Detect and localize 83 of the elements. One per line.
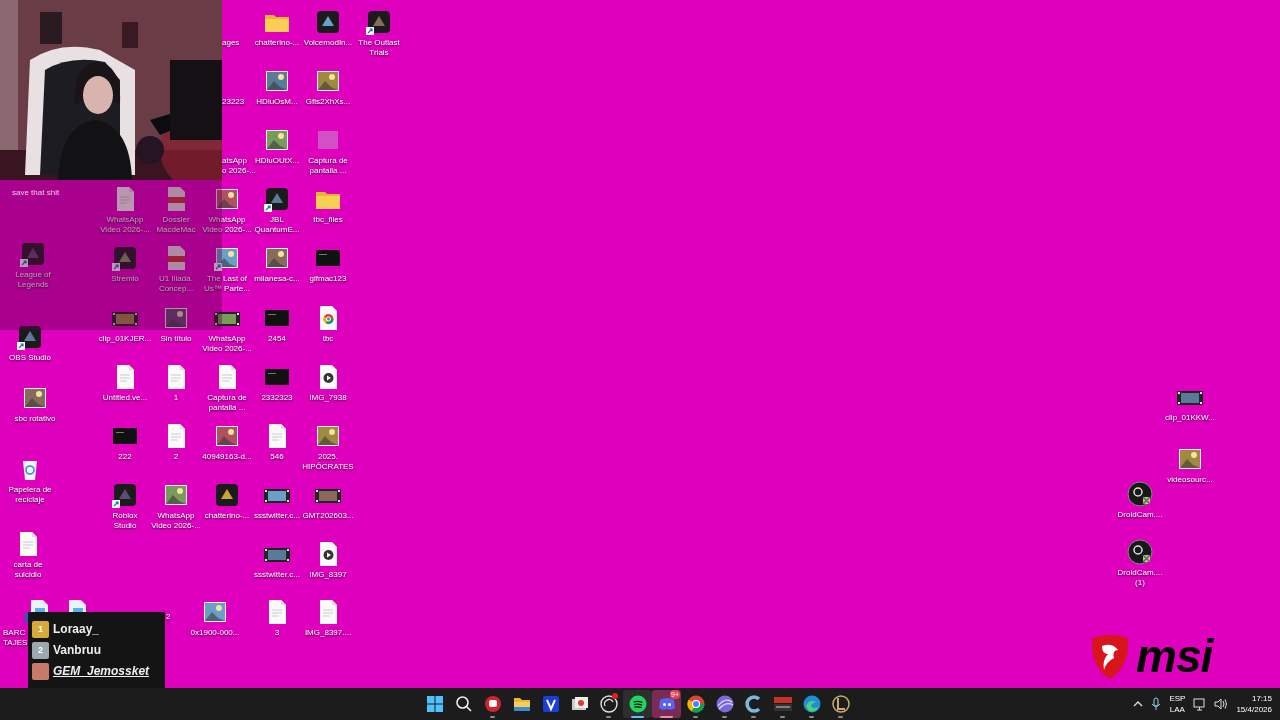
rank-number: 1	[38, 624, 43, 634]
icon-label[interactable]: Stremio	[111, 274, 139, 284]
icon-label[interactable]: 2	[173, 452, 179, 462]
icon-label[interactable]: WhatsApp Video 2026-...	[100, 215, 150, 235]
chatter-name: Vanbruu	[53, 642, 101, 658]
league-icon	[830, 694, 851, 714]
icon-label[interactable]: ages	[222, 38, 240, 48]
icon-label[interactable]: IMG_7938	[309, 393, 347, 403]
icon-label[interactable]: WhatsApp Video 2026-...	[202, 215, 252, 235]
icon-label[interactable]: The Last of Us™ Parte...	[204, 274, 250, 294]
icon-label[interactable]: 546	[270, 452, 284, 462]
icon-label[interactable]: tbc_files	[313, 215, 343, 225]
chevron-up-icon[interactable]	[1133, 700, 1144, 708]
icon-label[interactable]: 1	[173, 393, 179, 403]
display-icon[interactable]	[1193, 697, 1207, 711]
spotify-icon	[627, 694, 648, 714]
icon-label[interactable]: 40949163-d...	[202, 452, 252, 462]
icon-label[interactable]: U1 Iliada. Concep...	[158, 274, 194, 294]
icon-label[interactable]: IMG_8397	[309, 570, 347, 580]
icon-label[interactable]: Sin título	[160, 334, 192, 344]
microphone-icon[interactable]	[1151, 697, 1162, 711]
logo-text: msi	[1136, 633, 1213, 679]
icon-label[interactable]: Roblox Studio	[112, 511, 138, 531]
icon-label[interactable]: videosourc...	[1167, 475, 1213, 485]
icon-label[interactable]: OBS Studio	[9, 353, 51, 363]
icon-label[interactable]: sbc rotativo	[14, 414, 56, 424]
icon-label[interactable]: DroidCam.... (1)	[1117, 568, 1163, 588]
swirl-icon	[714, 694, 735, 714]
icon-label[interactable]: Captura de pantalla ...	[207, 393, 247, 413]
clock-date[interactable]: 15/4/2026	[1236, 704, 1272, 715]
windows-start-icon	[424, 694, 445, 714]
icon-label[interactable]: 0x1900-000...	[190, 628, 240, 638]
icon-label[interactable]: 2332323	[261, 393, 293, 403]
icon-label[interactable]: The Outlast Trials	[358, 38, 400, 58]
icon-label[interactable]: DroidCam....	[1117, 510, 1163, 520]
obs-icon	[598, 694, 619, 714]
edge-icon	[801, 694, 822, 714]
dragon-shield-icon	[1090, 632, 1130, 680]
icon-label[interactable]: chatterino-...	[254, 38, 300, 48]
taskbar-button[interactable]	[623, 690, 652, 718]
icon-label[interactable]: milanesa-c...	[254, 274, 300, 284]
icon-label[interactable]: Gfis2XhXs...	[305, 97, 351, 107]
icon-label[interactable]: gifmac123	[309, 274, 347, 284]
search-icon	[453, 694, 474, 714]
icon-label[interactable]: ssstwitter.c...	[254, 511, 300, 521]
chatter-name: Loraay_	[53, 621, 100, 637]
icon-label[interactable]: atsApp o 2026-...	[222, 156, 256, 176]
rank-number: 2	[38, 645, 43, 655]
icon-label[interactable]: WhatsApp Video 2026-...	[151, 511, 201, 531]
chatter-name: GEM_Jemossket	[53, 663, 150, 679]
icon-label[interactable]: 2	[166, 612, 171, 622]
icon-label[interactable]: HDiuOUtX...	[255, 156, 299, 166]
icon-label[interactable]: tbc	[322, 334, 334, 344]
icon-label[interactable]: 2025. HIPÓCRATES	[302, 452, 354, 472]
caption-text: save that shit	[12, 187, 60, 199]
icon-label[interactable]: VoicemodIn...	[303, 38, 353, 48]
mixer-icon	[772, 694, 793, 714]
icon-label[interactable]: clip_01KJER...	[98, 334, 152, 344]
icon-label[interactable]: BARC TAJES,	[3, 628, 30, 648]
icon-label[interactable]: Papelera de reciclaje	[8, 485, 52, 505]
icon-label[interactable]: 222	[118, 452, 132, 462]
icon-label[interactable]: clip_01KKW...	[1165, 413, 1215, 423]
language-text[interactable]: ESP	[1169, 693, 1186, 704]
icon-label[interactable]: 23223	[222, 97, 245, 107]
language-text[interactable]: LAA	[1169, 704, 1185, 715]
icon-label[interactable]: Captura de pantalla ...	[308, 156, 348, 176]
icon-label[interactable]: carta de suicidio	[13, 560, 43, 580]
icon-label[interactable]: League of Legends	[15, 270, 51, 290]
icon-label[interactable]: ssstwitter.c...	[254, 570, 300, 580]
icon-label[interactable]: Dossier MacdeMac	[156, 215, 196, 235]
icon-label[interactable]: JBL QuantumE...	[254, 215, 300, 235]
icon-label[interactable]: IMG_8397....	[304, 628, 352, 638]
v-letter-icon	[540, 694, 561, 714]
icon-label[interactable]: chatterino-...	[204, 511, 250, 521]
chrome-icon	[685, 694, 706, 714]
icon-label[interactable]: 2454	[268, 334, 286, 344]
icon-label[interactable]: GMT202603...	[302, 511, 354, 521]
icon-label[interactable]: Untitled.ve...	[102, 393, 148, 403]
icon-label[interactable]: HDiuOsM...	[256, 97, 298, 107]
icon-label[interactable]: WhatsApp Video 2026-...	[202, 334, 252, 354]
icon-label[interactable]: 3	[274, 628, 280, 638]
clock-time[interactable]: 17:15	[1251, 693, 1272, 704]
speaker-icon[interactable]	[1214, 698, 1229, 710]
